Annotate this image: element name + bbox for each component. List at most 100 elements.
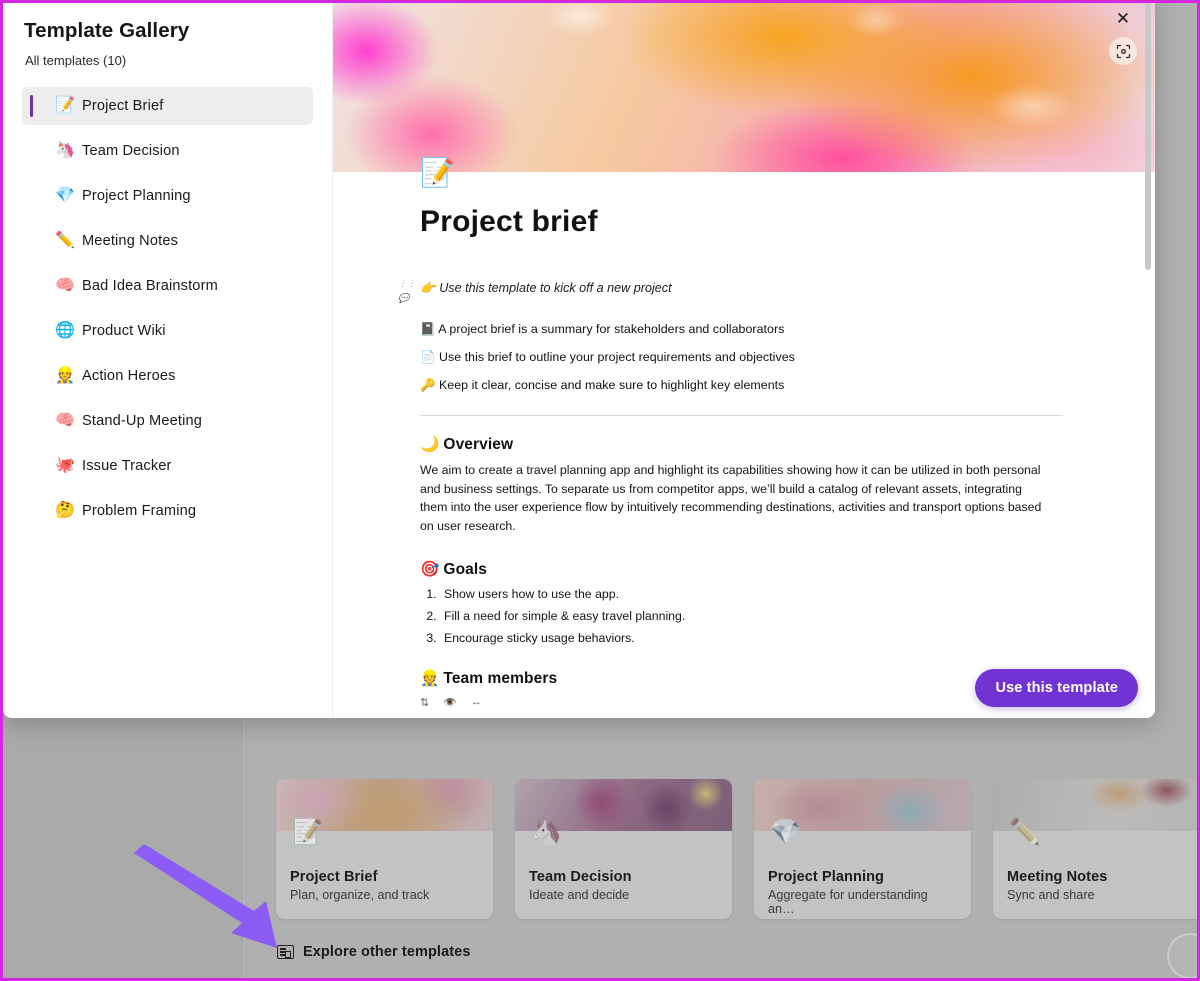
octopus-icon: 🐙: [55, 457, 75, 474]
sidebar-item-project-brief[interactable]: 📝 Project Brief: [22, 87, 313, 125]
document-callout: ⋮⋮ 💬 👉 Use this template to kick off a n…: [398, 278, 1095, 303]
document-title: Project brief: [420, 205, 598, 238]
template-card-subtitle: Plan, organize, and track: [290, 888, 430, 902]
sidebar-item-label: Action Heroes: [82, 368, 176, 384]
explore-other-templates-label: Explore other templates: [303, 944, 471, 960]
callout-emoji: 👉: [420, 281, 436, 295]
sidebar-item-issue-tracker[interactable]: 🐙 Issue Tracker: [22, 447, 313, 485]
unicorn-icon: 🦄: [531, 818, 563, 846]
overview-paragraph: We aim to create a travel planning app a…: [420, 463, 1042, 534]
document-icon: 📝: [292, 818, 324, 846]
comment-icon[interactable]: 💬: [398, 293, 409, 304]
sidebar-item-label: Stand-Up Meeting: [82, 413, 203, 429]
template-card-meeting-notes[interactable]: ✏️ Meeting Notes Sync and share: [993, 779, 1200, 919]
scan-glyph: [1116, 44, 1130, 58]
team-members-heading-text: Team members: [443, 669, 558, 687]
template-card-team-decision[interactable]: 🦄 Team Decision Ideate and decide: [515, 779, 732, 919]
overview-heading: 🌙 Overview: [420, 435, 1095, 454]
list-item: 📄 Use this brief to outline your project…: [420, 350, 1095, 365]
scan-capture-icon[interactable]: [1109, 37, 1137, 65]
document-icon: 📝: [55, 97, 75, 114]
goals-heading: 🎯 Goals: [420, 560, 1095, 579]
gem-icon: 💎: [55, 187, 75, 204]
template-card-subtitle: Sync and share: [1007, 888, 1095, 902]
template-preview-pane: ✕ 📝 Project brief ⋮⋮ 💬 👉 Use this templa…: [333, 0, 1155, 718]
gem-icon: 💎: [770, 818, 802, 846]
annotation-arrow: [134, 845, 277, 948]
globe-icon: 🌐: [55, 322, 75, 339]
all-templates-count: All templates (10): [25, 53, 127, 68]
sidebar-item-problem-framing[interactable]: 🤔 Problem Framing: [22, 492, 313, 530]
list-item-text: A project brief is a summary for stakeho…: [438, 322, 785, 336]
template-card-subtitle: Ideate and decide: [529, 888, 630, 902]
list-item: 📓 A project brief is a summary for stake…: [420, 322, 1095, 337]
template-card-title: Project Planning: [768, 869, 885, 885]
resize-icon[interactable]: ↔: [471, 696, 482, 709]
list-item: 🔑 Keep it clear, concise and make sure t…: [420, 378, 1095, 393]
template-gallery-sidebar: Template Gallery All templates (10) 📝 Pr…: [3, 0, 333, 718]
scrollbar-thumb[interactable]: [1145, 3, 1151, 270]
template-card-title: Project Brief: [290, 869, 378, 885]
sidebar-item-stand-up-meeting[interactable]: 🧠 Stand-Up Meeting: [22, 402, 313, 440]
template-cards-row: 📝 Project Brief Plan, organize, and trac…: [276, 779, 1200, 919]
section-divider: [420, 415, 1063, 416]
document-bullet-list: 📓 A project brief is a summary for stake…: [420, 322, 1095, 393]
sidebar-item-action-heroes[interactable]: 👷 Action Heroes: [22, 357, 313, 395]
close-icon[interactable]: ✕: [1109, 5, 1137, 33]
sidebar-item-bad-idea-brainstorm[interactable]: 🧠 Bad Idea Brainstorm: [22, 267, 313, 305]
sort-icon[interactable]: ⇅: [420, 696, 429, 709]
sidebar-item-team-decision[interactable]: 🦄 Team Decision: [22, 132, 313, 170]
explore-other-templates-link[interactable]: Explore other templates: [277, 944, 471, 960]
overview-heading-text: Overview: [443, 436, 514, 453]
template-list: 📝 Project Brief 🦄 Team Decision 💎 Projec…: [3, 87, 332, 530]
list-item-text: Keep it clear, concise and make sure to …: [438, 378, 785, 392]
construction-worker-icon: 👷: [55, 367, 75, 384]
target-icon: 🎯: [420, 560, 440, 578]
pencil-icon: ✏️: [55, 232, 75, 249]
template-card-thumbnail: 🦄: [515, 779, 732, 845]
sidebar-item-label: Issue Tracker: [82, 458, 172, 474]
page-title: Template Gallery: [24, 19, 190, 42]
sidebar-item-label: Project Brief: [82, 98, 164, 114]
template-banner-image: [333, 0, 1155, 172]
sidebar-item-label: Bad Idea Brainstorm: [82, 278, 218, 294]
construction-worker-icon: 👷: [420, 669, 440, 687]
list-item: Fill a need for simple & easy travel pla…: [440, 609, 1095, 623]
page-icon: 📄: [420, 350, 436, 364]
template-card-title: Meeting Notes: [1007, 869, 1108, 885]
template-card-project-planning[interactable]: 💎 Project Planning Aggregate for underst…: [754, 779, 971, 919]
note-icon: 📓: [420, 322, 436, 336]
pencil-icon: ✏️: [1009, 818, 1041, 846]
list-item-text: Use this brief to outline your project r…: [438, 350, 795, 364]
template-card-thumbnail: 📝: [276, 779, 493, 845]
hide-icon[interactable]: 👁️: [443, 696, 457, 709]
sidebar-item-label: Product Wiki: [82, 323, 166, 339]
drag-handle-icon[interactable]: ⋮⋮: [398, 278, 416, 289]
list-item: Encourage sticky usage behaviors.: [440, 631, 1095, 645]
sidebar-item-project-planning[interactable]: 💎 Project Planning: [22, 177, 313, 215]
unicorn-icon: 🦄: [55, 142, 75, 159]
callout-text: Use this template to kick off a new proj…: [439, 281, 672, 295]
template-card-project-brief[interactable]: 📝 Project Brief Plan, organize, and trac…: [276, 779, 493, 919]
sidebar-item-product-wiki[interactable]: 🌐 Product Wiki: [22, 312, 313, 350]
modal-scrollbar[interactable]: [1145, 1, 1151, 716]
template-card-thumbnail: ✏️: [993, 779, 1200, 845]
key-icon: 🔑: [420, 378, 436, 392]
sidebar-item-meeting-notes[interactable]: ✏️ Meeting Notes: [22, 222, 313, 260]
template-card-subtitle: Aggregate for understanding an…: [768, 888, 928, 916]
list-item: Show users how to use the app.: [440, 587, 1095, 601]
sidebar-item-label: Problem Framing: [82, 503, 197, 519]
sidebar-item-label: Project Planning: [82, 188, 191, 204]
template-card-thumbnail: 💎: [754, 779, 971, 845]
brain-icon: 🧠: [55, 412, 75, 429]
goals-heading-text: Goals: [443, 560, 487, 578]
use-this-template-button[interactable]: Use this template: [975, 669, 1138, 707]
document-icon: 📝: [420, 157, 455, 188]
goals-list: Show users how to use the app. Fill a ne…: [420, 587, 1095, 645]
sidebar-item-label: Team Decision: [82, 143, 180, 159]
thinking-face-icon: 🤔: [55, 502, 75, 519]
template-gallery-modal: Template Gallery All templates (10) 📝 Pr…: [3, 0, 1155, 718]
brain-icon: 🧠: [55, 277, 75, 294]
document-body: Project brief ⋮⋮ 💬 👉 Use this template t…: [333, 172, 1155, 718]
template-card-title: Team Decision: [529, 869, 632, 885]
